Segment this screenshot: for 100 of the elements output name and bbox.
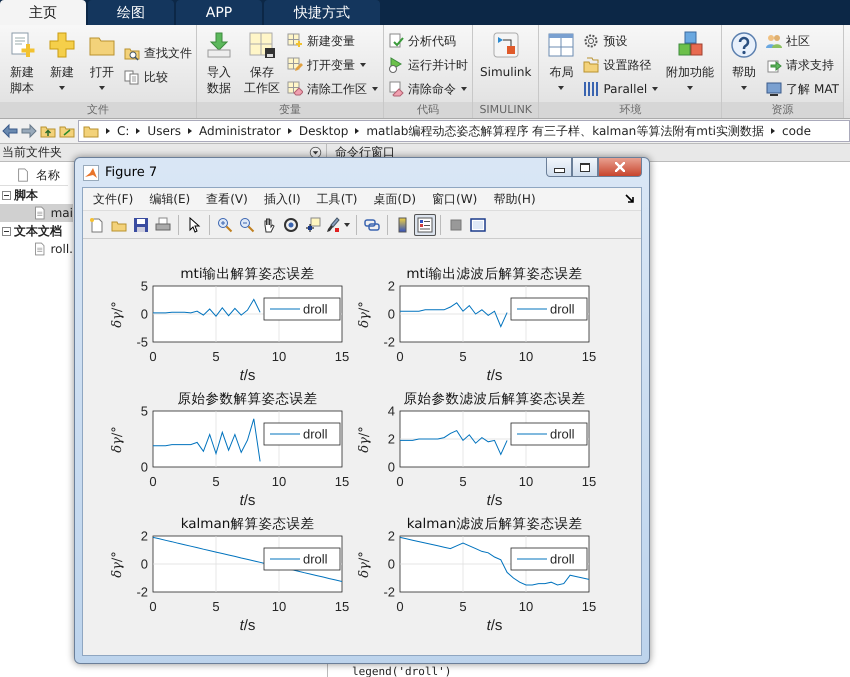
tick-label: 0 — [396, 474, 404, 489]
group-label[interactable]: 脚本 — [14, 186, 38, 204]
ribbon-button[interactable]: 清除命令 — [388, 80, 468, 98]
tick-label: 5 — [212, 474, 220, 489]
axis-label: t/s — [238, 616, 256, 636]
tick-label: 5 — [459, 474, 467, 489]
tick-label: -2 — [136, 584, 148, 600]
tick-label: 0 — [388, 460, 395, 474]
file-icon — [16, 168, 30, 182]
new-file-icon — [89, 216, 105, 232]
ribbon-button[interactable]: Simulink — [477, 28, 534, 102]
legend-label: droll — [550, 302, 575, 316]
rotate-icon — [283, 216, 299, 232]
tick-label: 15 — [334, 474, 350, 489]
ribbon-button[interactable]: 新建 脚本 — [4, 28, 40, 102]
maximize-button[interactable] — [572, 158, 598, 177]
ribbon-button[interactable]: 了解 MAT — [766, 80, 839, 98]
tick-label: 5 — [212, 599, 220, 614]
ribbon-button[interactable]: 查找文件 — [124, 44, 192, 62]
legend-label: droll — [550, 426, 575, 442]
tick-label: 2 — [140, 528, 148, 544]
path-segment[interactable]: C: — [117, 124, 130, 138]
tick-label: 0 — [140, 306, 148, 322]
section-label: SIMULINK — [473, 102, 538, 118]
gear-icon — [583, 33, 600, 49]
ribbon-tab[interactable]: 快捷方式 — [264, 0, 380, 25]
file-row[interactable]: roll. — [0, 240, 73, 258]
tick-label: 0 — [396, 599, 404, 614]
ribbon-button[interactable]: 分析代码 — [388, 32, 468, 50]
plot-title: mti输出滤波后解算姿态误差 — [405, 265, 584, 284]
path-segment[interactable]: Users — [147, 124, 182, 138]
tick-label: 0 — [388, 306, 395, 322]
legend-line-sample — [516, 558, 548, 560]
close-button[interactable] — [598, 158, 642, 177]
path-segment[interactable]: matlab编程动态姿态解算程序 有三子样、kalman等算法附有mti实测数据 — [366, 122, 764, 140]
file-row[interactable]: mai — [0, 204, 73, 222]
legend-line-sample — [270, 558, 300, 560]
ribbon-button[interactable]: 打开 — [84, 28, 120, 102]
ribbon-button[interactable]: Parallel — [583, 80, 660, 98]
zoom-out-icon — [239, 216, 255, 232]
column-header[interactable]: 名称 — [0, 165, 68, 186]
path-segment[interactable]: code — [782, 124, 811, 138]
tick-label: 5 — [459, 599, 467, 614]
ribbon-button[interactable]: 社区 — [766, 32, 839, 50]
menu-item[interactable]: 插入(I) — [258, 188, 307, 210]
ribbon-button[interactable]: 请求支持 — [766, 56, 839, 74]
ribbon-button[interactable]: 比较 — [124, 68, 192, 86]
menu-item[interactable]: 工具(T) — [310, 188, 364, 210]
ribbon-button[interactable]: 附加功能 — [663, 28, 718, 102]
menu-item[interactable]: 编辑(E) — [143, 188, 196, 210]
toolbar-button[interactable] — [414, 214, 436, 236]
code-line: legend('droll') — [351, 666, 452, 677]
caret-icon — [740, 84, 748, 92]
group-label[interactable]: 文本文档 — [14, 222, 62, 240]
ribbon-tab[interactable]: 绘图 — [88, 0, 174, 25]
back-arrow-icon — [2, 123, 18, 139]
legend-line-sample — [516, 308, 548, 310]
ribbon-button[interactable]: 帮助 — [726, 28, 762, 102]
section-label: 文件 — [0, 102, 196, 118]
tick-label: 5 — [140, 278, 148, 294]
grid-disk-icon — [247, 30, 277, 60]
path-segment[interactable]: Desktop — [298, 124, 348, 138]
ribbon-button[interactable]: 新建 — [44, 28, 80, 102]
ribbon-button[interactable]: 布局 — [543, 28, 580, 102]
document-icon — [33, 242, 46, 256]
eraser-icon — [388, 81, 404, 97]
ribbon-button[interactable]: 打开变量 — [287, 56, 379, 74]
menu-item[interactable]: 帮助(H) — [487, 188, 542, 210]
axis-label: t/s — [238, 366, 256, 386]
tick-label: 0 — [388, 556, 395, 572]
tick-label: 15 — [582, 349, 596, 364]
tick-label: 10 — [518, 349, 534, 364]
ribbon-button[interactable]: 清除工作区 — [287, 80, 379, 98]
ribbon-button[interactable]: 导入 数据 — [201, 28, 237, 102]
ribbon-tab[interactable]: 主页 — [0, 0, 86, 25]
ribbon-button[interactable]: 预设 — [583, 32, 660, 50]
plus-icon — [47, 30, 77, 60]
link-icon — [364, 216, 380, 232]
plot-title: kalman滤波后解算姿态误差 — [406, 515, 584, 534]
tick-label: 4 — [388, 404, 395, 418]
tick-label: 2 — [388, 528, 395, 544]
legend-label: droll — [303, 552, 328, 566]
axis-label: t/s — [486, 616, 504, 636]
ribbon-button[interactable]: 设置路径 — [583, 56, 660, 74]
path-segment[interactable]: Administrator — [199, 124, 281, 138]
menu-item[interactable]: 查看(V) — [200, 188, 254, 210]
menu-item[interactable]: 窗口(W) — [426, 188, 484, 210]
menu-item[interactable]: 文件(F) — [87, 188, 140, 210]
ribbon-tab[interactable]: APP — [176, 0, 262, 25]
ribbon-button[interactable]: 新建变量 — [287, 32, 379, 50]
people-icon — [766, 33, 782, 49]
tick-label: 0 — [396, 349, 404, 364]
ribbon-button[interactable]: 保存 工作区 — [241, 28, 283, 102]
axis-label: t/s — [486, 491, 504, 511]
minimize-button[interactable] — [546, 158, 572, 177]
menu-item[interactable]: 桌面(D) — [367, 188, 422, 210]
axis-label: t/s — [238, 491, 256, 511]
path-field[interactable]: C: Users Administrator Desktop matlab编程动态姿态解算程序 有三子样、kalman等算法附有mti实测数据 code — [78, 120, 850, 142]
ribbon-button[interactable]: 运行并计时 — [388, 56, 468, 74]
zoom-in-icon — [217, 216, 233, 232]
